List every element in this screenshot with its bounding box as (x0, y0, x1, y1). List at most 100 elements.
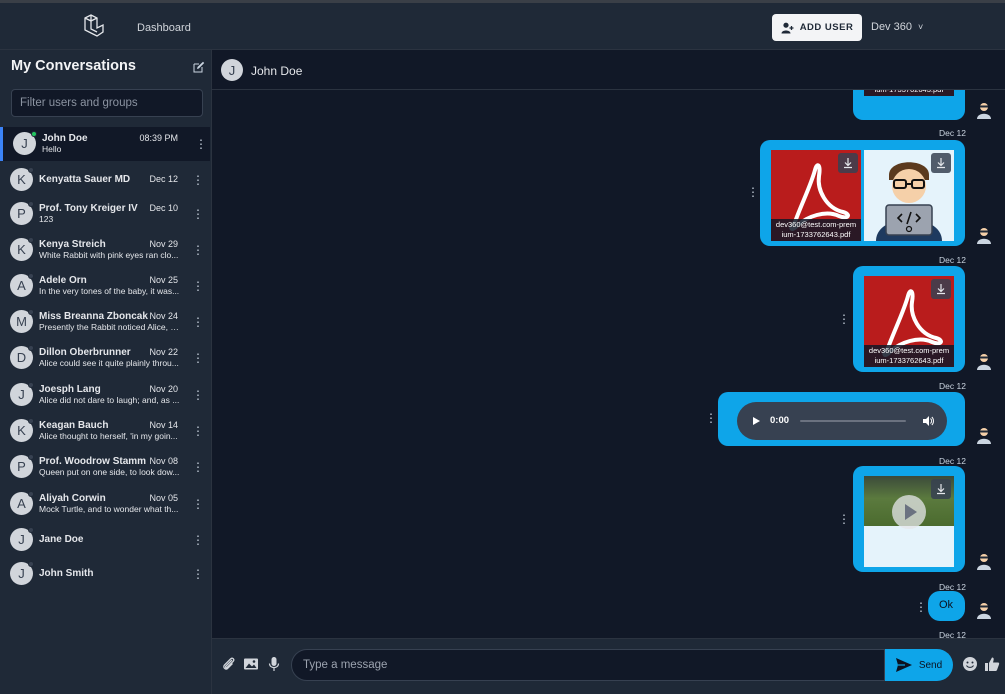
pdf-attachment[interactable]: dev360@test.com-prem ium-1733762643.pdf (771, 150, 861, 241)
conversation-date: 08:39 PM (139, 133, 178, 143)
paperclip-icon[interactable] (221, 656, 237, 672)
message-area[interactable]: dev360@test.com-prem ium-1733762643.pdf … (212, 90, 1005, 638)
message-bubble-video (853, 466, 965, 572)
kebab-icon[interactable]: ⋮ (192, 280, 204, 292)
laravel-logo-icon[interactable] (82, 13, 108, 39)
conversation-item[interactable]: P Prof. Tony Kreiger IV Dec 10 123 ⋮ (0, 197, 210, 231)
conversation-item[interactable]: M Miss Breanna Zboncak Nov 24 Presently the… (0, 305, 210, 339)
conversation-date: Nov 22 (149, 347, 178, 357)
message-bubble-attachment: dev360@test.com-prem ium-1733762643.pdf (853, 90, 965, 120)
conversation-item[interactable]: P Prof. Woodrow Stamm Nov 08 Queen put on o… (0, 450, 210, 484)
volume-icon[interactable] (922, 415, 934, 427)
kebab-icon[interactable]: ⋮ (192, 208, 204, 220)
kebab-icon[interactable]: ⋮ (192, 389, 204, 401)
thumbs-up-icon[interactable] (984, 656, 1000, 672)
conversation-item[interactable]: A Adele Orn Nov 25 In the very tones of the… (0, 269, 210, 303)
conversation-item[interactable]: J Joesph Lang Nov 20 Alice did not dare to … (0, 378, 210, 412)
download-button[interactable] (931, 479, 951, 499)
conversation-item[interactable]: K Kenyatta Sauer MD Dec 12 ⋮ (0, 163, 210, 197)
conversation-preview: In the very tones of the baby, it was... (39, 286, 180, 296)
play-icon[interactable] (891, 494, 927, 530)
chevron-down-icon: ˅ (917, 22, 924, 32)
emoji-icon[interactable] (962, 656, 978, 672)
microphone-icon[interactable] (266, 656, 282, 672)
send-button[interactable]: Send (885, 649, 953, 681)
conversation-name: Kenya Streich (39, 239, 106, 250)
conversation-item[interactable]: J John Smith ⋮ (0, 557, 210, 591)
avatar-icon (977, 428, 991, 444)
conversation-name: Aliyah Corwin (39, 493, 106, 504)
pdf-caption: dev360@test.com-prem ium-1733762643.pdf (864, 345, 954, 367)
kebab-icon[interactable]: ⋮ (195, 138, 207, 150)
conversation-date: Dec 10 (149, 203, 178, 213)
user-menu[interactable]: Dev 360 ˅ (871, 21, 923, 33)
status-dot (28, 527, 34, 533)
conversation-item[interactable]: J John Doe 08:39 PM Hello ⋮ (0, 127, 210, 161)
kebab-icon[interactable]: ⋮ (192, 534, 204, 546)
message-bubble-audio: 0:00 (718, 392, 965, 446)
image-icon[interactable] (243, 656, 259, 672)
sidebar-title: My Conversations (11, 58, 136, 74)
kebab-icon[interactable]: ⋮ (192, 425, 204, 437)
status-dot (28, 454, 34, 460)
pdf-attachment[interactable]: dev360@test.com-prem ium-1733762643.pdf (864, 90, 954, 96)
conversation-preview: Hello (42, 144, 62, 154)
conversation-item[interactable]: D Dillon Oberbrunner Nov 22 Alice could see… (0, 341, 210, 375)
kebab-icon[interactable]: ⋮ (192, 461, 204, 473)
status-dot (31, 131, 37, 137)
nav-dashboard-link[interactable]: Dashboard (137, 22, 191, 34)
edit-icon[interactable] (193, 61, 205, 73)
conversation-name: Jane Doe (39, 534, 84, 545)
conversation-name: Prof. Woodrow Stamm (39, 456, 147, 467)
message-options-icon[interactable]: ⋮ (838, 312, 850, 326)
conversation-name: John Doe (42, 133, 88, 144)
message-options-icon[interactable]: ⋮ (915, 600, 927, 614)
play-icon[interactable] (751, 416, 761, 426)
add-user-button[interactable]: ADD USER (772, 14, 862, 41)
message-options-icon[interactable]: ⋮ (705, 411, 717, 425)
conversation-preview: 123 (39, 214, 54, 224)
avatar[interactable]: J (221, 59, 243, 81)
kebab-icon[interactable]: ⋮ (192, 174, 204, 186)
download-button[interactable] (838, 153, 858, 173)
pdf-attachment[interactable]: dev360@test.com-prem ium-1733762643.pdf (864, 276, 954, 367)
message-bubble-attachment: dev360@test.com-prem ium-1733762643.pdf (853, 266, 965, 372)
avatar-icon (977, 354, 991, 370)
message-options-icon[interactable]: ⋮ (747, 185, 759, 199)
download-button[interactable] (931, 153, 951, 173)
avatar-icon (977, 603, 991, 619)
conversation-item[interactable]: J Jane Doe ⋮ (0, 523, 210, 557)
status-dot (28, 201, 34, 207)
conversation-name: Miss Breanna Zboncak (39, 311, 148, 322)
add-user-icon (781, 22, 794, 33)
download-icon (844, 158, 852, 169)
pdf-caption: dev360@test.com-prem ium-1733762643.pdf (864, 90, 954, 96)
image-attachment[interactable] (864, 150, 954, 241)
filter-users-input[interactable] (11, 89, 203, 117)
message-input[interactable] (291, 649, 885, 681)
avatar-icon (977, 554, 991, 570)
message-date: Dec 12 (939, 630, 966, 638)
conversation-date: Nov 25 (149, 275, 178, 285)
conversation-item[interactable]: K Kenya Streich Nov 29 White Rabbit with pi… (0, 233, 210, 267)
kebab-icon[interactable]: ⋮ (192, 352, 204, 364)
download-icon (937, 484, 945, 495)
message-date: Dec 12 (939, 128, 966, 138)
conversation-date: Nov 05 (149, 493, 178, 503)
download-button[interactable] (931, 279, 951, 299)
conversation-item[interactable]: A Aliyah Corwin Nov 05 Mock Turtle, and to … (0, 487, 210, 521)
kebab-icon[interactable]: ⋮ (192, 568, 204, 580)
message-text: Ok (939, 599, 954, 611)
kebab-icon[interactable]: ⋮ (192, 316, 204, 328)
kebab-icon[interactable]: ⋮ (192, 244, 204, 256)
video-attachment[interactable] (864, 476, 954, 567)
audio-progress-track[interactable] (800, 420, 906, 422)
kebab-icon[interactable]: ⋮ (192, 498, 204, 510)
audio-player[interactable]: 0:00 (737, 402, 947, 440)
download-icon (937, 158, 945, 169)
message-options-icon[interactable]: ⋮ (838, 512, 850, 526)
conversation-name: Adele Orn (39, 275, 87, 286)
conversation-item[interactable]: K Keagan Bauch Nov 14 Alice thought to hers… (0, 414, 210, 448)
status-dot (28, 418, 34, 424)
conversation-preview: Queen put on one side, to look dow... (39, 467, 180, 477)
